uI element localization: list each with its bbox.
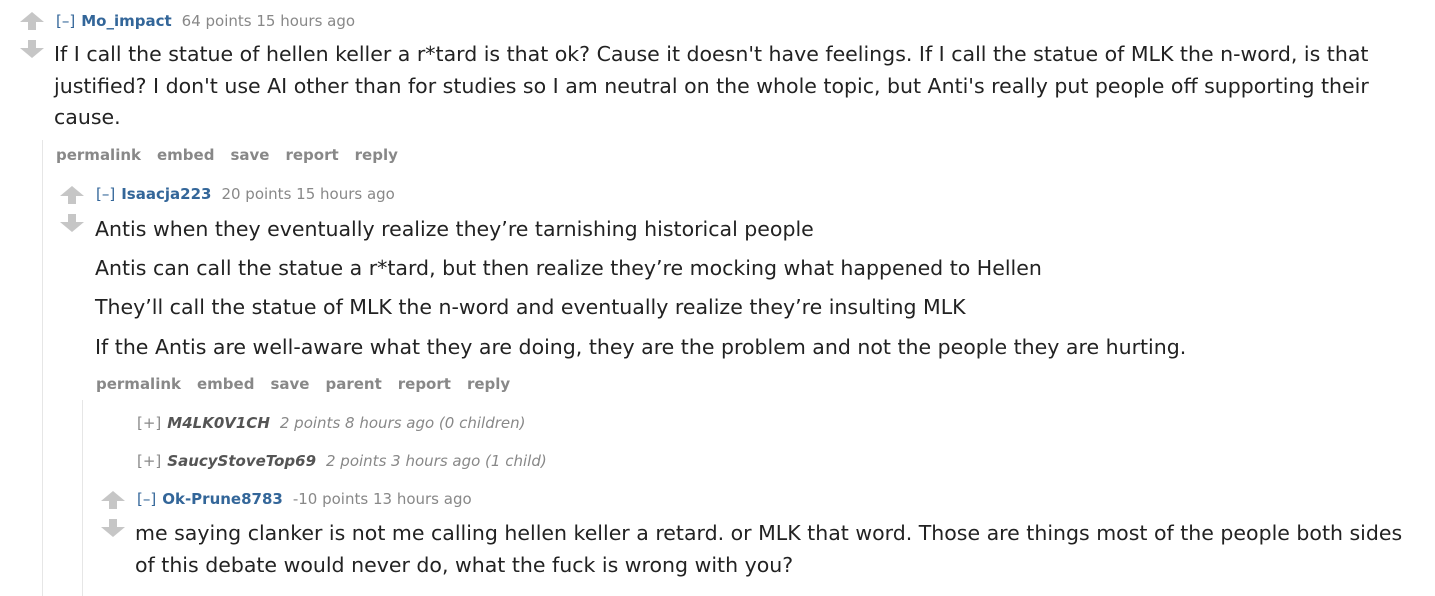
save-button[interactable]: save (270, 375, 309, 393)
expand-toggle[interactable]: [+] (137, 414, 161, 432)
collapsed-comment: [+] M4LK0V1CH 2 points 8 hours ago (0 chil… (137, 414, 525, 432)
comment-paragraph: If the Antis are well-aware what they ar… (95, 335, 1187, 359)
comment-buttons: permalink embed save parent report reply (96, 375, 526, 393)
embed-button[interactable]: embed (197, 375, 254, 393)
permalink-button[interactable]: permalink (56, 146, 141, 164)
comment-score: 20 points (221, 185, 292, 203)
comment-author[interactable]: SaucyStoveTop69 (167, 452, 316, 470)
comment-time: 15 hours ago (256, 12, 356, 30)
comment-buttons: permalink embed save report reply (56, 146, 414, 164)
collapse-toggle[interactable]: [–] (56, 12, 75, 30)
comment-paragraph: Antis can call the statue a r*tard, but … (95, 256, 1042, 280)
comment-author[interactable]: Isaacja223 (121, 185, 211, 203)
save-button[interactable]: save (230, 146, 269, 164)
reply-button[interactable]: reply (467, 375, 510, 393)
comment-author[interactable]: Mo_impact (81, 12, 171, 30)
comment-body: me saying clanker is not me calling hell… (135, 521, 1403, 577)
comment-score: 64 points (181, 12, 252, 30)
comment-tagline: [–] Ok-Prune8783 -10 points 13 hours ago (137, 490, 472, 508)
upvote-arrow-icon[interactable] (101, 491, 125, 509)
comment-time: 13 hours ago (372, 490, 472, 508)
thread-line (42, 140, 43, 596)
comment-author[interactable]: Ok-Prune8783 (162, 490, 283, 508)
collapsed-meta: 2 points 3 hours ago (1 child) (326, 452, 547, 470)
comment-score: -10 points (292, 490, 369, 508)
embed-button[interactable]: embed (157, 146, 214, 164)
comment-time: 15 hours ago (296, 185, 395, 203)
collapsed-comment: [+] SaucyStoveTop69 2 points 3 hours ago (… (137, 452, 547, 470)
upvote-arrow-icon[interactable] (20, 12, 44, 30)
downvote-arrow-icon[interactable] (20, 40, 44, 58)
downvote-arrow-icon[interactable] (101, 519, 125, 537)
comment-body: If I call the statue of hellen keller a … (54, 42, 1369, 129)
expand-toggle[interactable]: [+] (137, 452, 161, 470)
downvote-arrow-icon[interactable] (60, 214, 84, 232)
comment-author[interactable]: M4LK0V1CH (167, 414, 270, 432)
reply-button[interactable]: reply (355, 146, 398, 164)
comment-paragraph: Antis when they eventually realize they’… (95, 217, 814, 241)
comment-tagline: [–] Mo_impact 64 points 15 hours ago (56, 12, 355, 30)
thread-line (82, 400, 83, 596)
comment-tagline: [–] Isaacja223 20 points 15 hours ago (96, 185, 395, 203)
report-button[interactable]: report (398, 375, 451, 393)
comment-paragraph: They’ll call the statue of MLK the n-wor… (95, 295, 966, 319)
collapse-toggle[interactable]: [–] (137, 490, 156, 508)
upvote-arrow-icon[interactable] (60, 186, 84, 204)
collapse-toggle[interactable]: [–] (96, 185, 115, 203)
permalink-button[interactable]: permalink (96, 375, 181, 393)
report-button[interactable]: report (285, 146, 338, 164)
parent-button[interactable]: parent (325, 375, 381, 393)
collapsed-meta: 2 points 8 hours ago (0 children) (279, 414, 526, 432)
